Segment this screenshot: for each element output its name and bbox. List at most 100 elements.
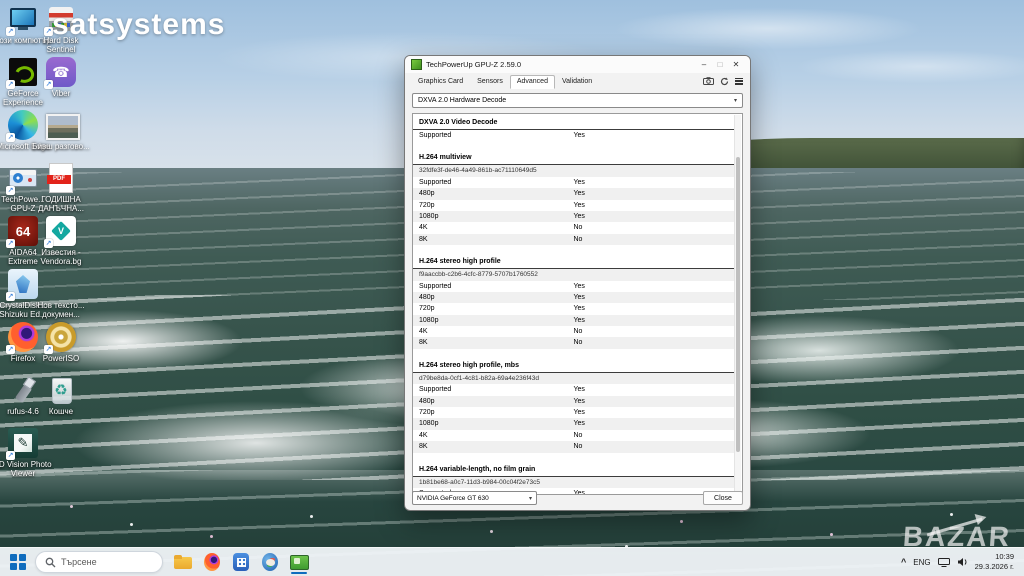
taskbar: Търсене ^ ENG 10:39 29.3.2026 г. bbox=[0, 547, 1024, 576]
dxva-section: H.264 stereo high profile, mbs d79be8da-… bbox=[413, 360, 734, 453]
desktop-icon-grid: ↗ Този компютър ↗ GeForce Experience ↗ M… bbox=[4, 4, 80, 481]
desktop-icon-label: Viber bbox=[32, 89, 90, 98]
taskbar-search[interactable]: Търсене bbox=[35, 551, 163, 573]
row-label: Supported bbox=[413, 283, 451, 290]
row-label: 1080p bbox=[413, 317, 438, 324]
refresh-icon[interactable] bbox=[720, 77, 729, 86]
dxva-row: 1080p Yes bbox=[413, 315, 734, 326]
desktop-icon-recycle-bin[interactable]: ♻ Кошче bbox=[42, 375, 80, 428]
row-value: Yes bbox=[574, 384, 585, 395]
dxva-section: H.264 multiview 32fdfe3f-de46-4a49-861b-… bbox=[413, 152, 734, 245]
section-header: H.264 stereo high profile bbox=[413, 256, 734, 269]
tab-advanced[interactable]: Advanced bbox=[510, 75, 555, 89]
taskbar-icon-gpu-z[interactable] bbox=[288, 550, 310, 574]
row-value: Yes bbox=[574, 200, 585, 211]
taskbar-icon-paint[interactable] bbox=[259, 550, 281, 574]
row-value: No bbox=[574, 326, 583, 337]
desktop-icon-label: ГОДИШНА ДАНЪЧНА... bbox=[32, 195, 90, 213]
scrollbar-thumb[interactable] bbox=[736, 157, 740, 452]
photo-icon bbox=[46, 114, 80, 140]
row-label: 720p bbox=[413, 202, 435, 209]
shortcut-arrow-icon: ↗ bbox=[6, 27, 15, 36]
desktop-icon-new-text-document[interactable]: Нов тексто... докумен... bbox=[42, 269, 80, 322]
camera-icon[interactable] bbox=[703, 77, 714, 85]
chevron-down-icon: ▾ bbox=[529, 495, 532, 502]
shortcut-arrow-icon: ↗ bbox=[44, 239, 53, 248]
desktop-icon-pdf-document[interactable]: PDF ГОДИШНА ДАНЪЧНА... bbox=[42, 163, 80, 216]
titlebar[interactable]: TechPowerUp GPU-Z 2.59.0 – □ ✕ bbox=[405, 56, 750, 73]
window-controls: – □ ✕ bbox=[696, 56, 744, 73]
dxva-section: H.264 stereo high profile f9aaccbb-c2b6-… bbox=[413, 256, 734, 349]
dxva-row: 480p Yes bbox=[413, 292, 734, 303]
row-label: 1080p bbox=[413, 213, 438, 220]
menu-icon[interactable] bbox=[735, 76, 743, 86]
taskbar-clock[interactable]: 10:39 29.3.2026 г. bbox=[975, 552, 1014, 572]
close-window-button[interactable]: ✕ bbox=[728, 56, 744, 73]
shortcut-arrow-icon: ↗ bbox=[6, 292, 15, 301]
dxva-row: 8K No bbox=[413, 234, 734, 245]
dxva-row: 8K No bbox=[413, 337, 734, 348]
row-value: No bbox=[574, 441, 583, 452]
dxva-row: 8K No bbox=[413, 441, 734, 452]
dxva-row: 4K No bbox=[413, 430, 734, 441]
window-bottom-bar: NVIDIA GeForce GT 630 ▾ Close bbox=[412, 491, 743, 505]
dxva-row: 480p Yes bbox=[413, 396, 734, 407]
row-label: 480p bbox=[413, 398, 435, 405]
desktop-icon-rufus[interactable]: rufus-4.6 bbox=[4, 375, 42, 428]
row-value: Yes bbox=[574, 292, 585, 303]
pdf-icon: PDF bbox=[49, 163, 73, 193]
recycle-icon: ♻ bbox=[46, 375, 76, 405]
row-label: Supported bbox=[413, 179, 451, 186]
row-value: No bbox=[574, 222, 583, 233]
dxva-row: 1080p Yes bbox=[413, 211, 734, 222]
clock-date: 29.3.2026 г. bbox=[975, 562, 1014, 572]
volume-icon[interactable] bbox=[957, 557, 968, 567]
tab-graphics-card[interactable]: Graphics Card bbox=[411, 75, 470, 89]
desktop-icon-poweriso[interactable]: ↗ PowerISO bbox=[42, 322, 80, 375]
desktop-icon-microsoft-edge[interactable]: ↗ Microsoft Edge bbox=[4, 110, 42, 163]
feature-dropdown-value: DXVA 2.0 Hardware Decode bbox=[418, 97, 506, 104]
tab-sensors[interactable]: Sensors bbox=[470, 75, 510, 89]
gpu-dropdown-value: NVIDIA GeForce GT 630 bbox=[417, 495, 489, 502]
shortcut-arrow-icon: ↗ bbox=[44, 345, 53, 354]
clock-time: 10:39 bbox=[975, 552, 1014, 562]
taskbar-icon-calculator[interactable] bbox=[230, 550, 252, 574]
taskbar-icon-file-explorer[interactable] bbox=[172, 550, 194, 574]
start-button[interactable] bbox=[10, 554, 26, 570]
desktop-icon-geforce-experience[interactable]: ↗ GeForce Experience bbox=[4, 57, 42, 110]
search-placeholder: Търсене bbox=[61, 557, 97, 567]
desktop-icon-photo-file[interactable]: Бивш разгово... bbox=[42, 110, 80, 163]
desktop-icon-3d-vision-photo-viewer[interactable]: ✎↗ 3D Vision Photo Viewer bbox=[4, 428, 42, 481]
close-button[interactable]: Close bbox=[703, 491, 743, 505]
scrollbar[interactable] bbox=[734, 115, 741, 493]
taskbar-icon-firefox[interactable] bbox=[201, 550, 223, 574]
dxva-row: 4K No bbox=[413, 222, 734, 233]
section-guid: d79be8da-0cf1-4c81-b82a-69a4e236f43d bbox=[413, 373, 734, 384]
maximize-button[interactable]: □ bbox=[712, 56, 728, 73]
desktop-icon-viber[interactable]: ☎↗ Viber bbox=[42, 57, 80, 110]
shortcut-arrow-icon: ↗ bbox=[6, 80, 15, 89]
language-indicator[interactable]: ENG bbox=[913, 558, 930, 567]
row-label: 4K bbox=[413, 432, 428, 439]
shortcut-arrow-icon: ↗ bbox=[44, 80, 53, 89]
dxva-row: Supported Yes bbox=[413, 281, 734, 292]
chevron-down-icon: ▾ bbox=[734, 97, 737, 104]
wallpaper-sparkles bbox=[70, 505, 73, 508]
row-label: Supported bbox=[413, 386, 451, 393]
feature-dropdown[interactable]: DXVA 2.0 Hardware Decode ▾ bbox=[412, 93, 743, 108]
tab-strip: Graphics CardSensorsAdvancedValidation bbox=[405, 73, 750, 89]
dxva-content-panel: DXVA 2.0 Video Decode Supported Yes H.26… bbox=[412, 113, 743, 495]
dxva-row: 480p Yes bbox=[413, 188, 734, 199]
tray-overflow-chevron-icon[interactable]: ^ bbox=[901, 557, 906, 567]
gpu-dropdown[interactable]: NVIDIA GeForce GT 630 ▾ bbox=[412, 491, 537, 505]
shortcut-arrow-icon: ↗ bbox=[6, 133, 15, 142]
network-icon[interactable] bbox=[938, 557, 950, 567]
row-label: Supported bbox=[413, 132, 451, 139]
dxva-row: 4K No bbox=[413, 326, 734, 337]
dxva-row: Supported Yes bbox=[413, 177, 734, 188]
desktop-icon-vendora-notifications[interactable]: V↗ Известия - Vendora.bg bbox=[42, 216, 80, 269]
dxva-row: Supported Yes bbox=[413, 384, 734, 395]
minimize-button[interactable]: – bbox=[696, 56, 712, 73]
desktop-icon-firefox[interactable]: ↗ Firefox bbox=[4, 322, 42, 375]
tab-validation[interactable]: Validation bbox=[555, 75, 599, 89]
